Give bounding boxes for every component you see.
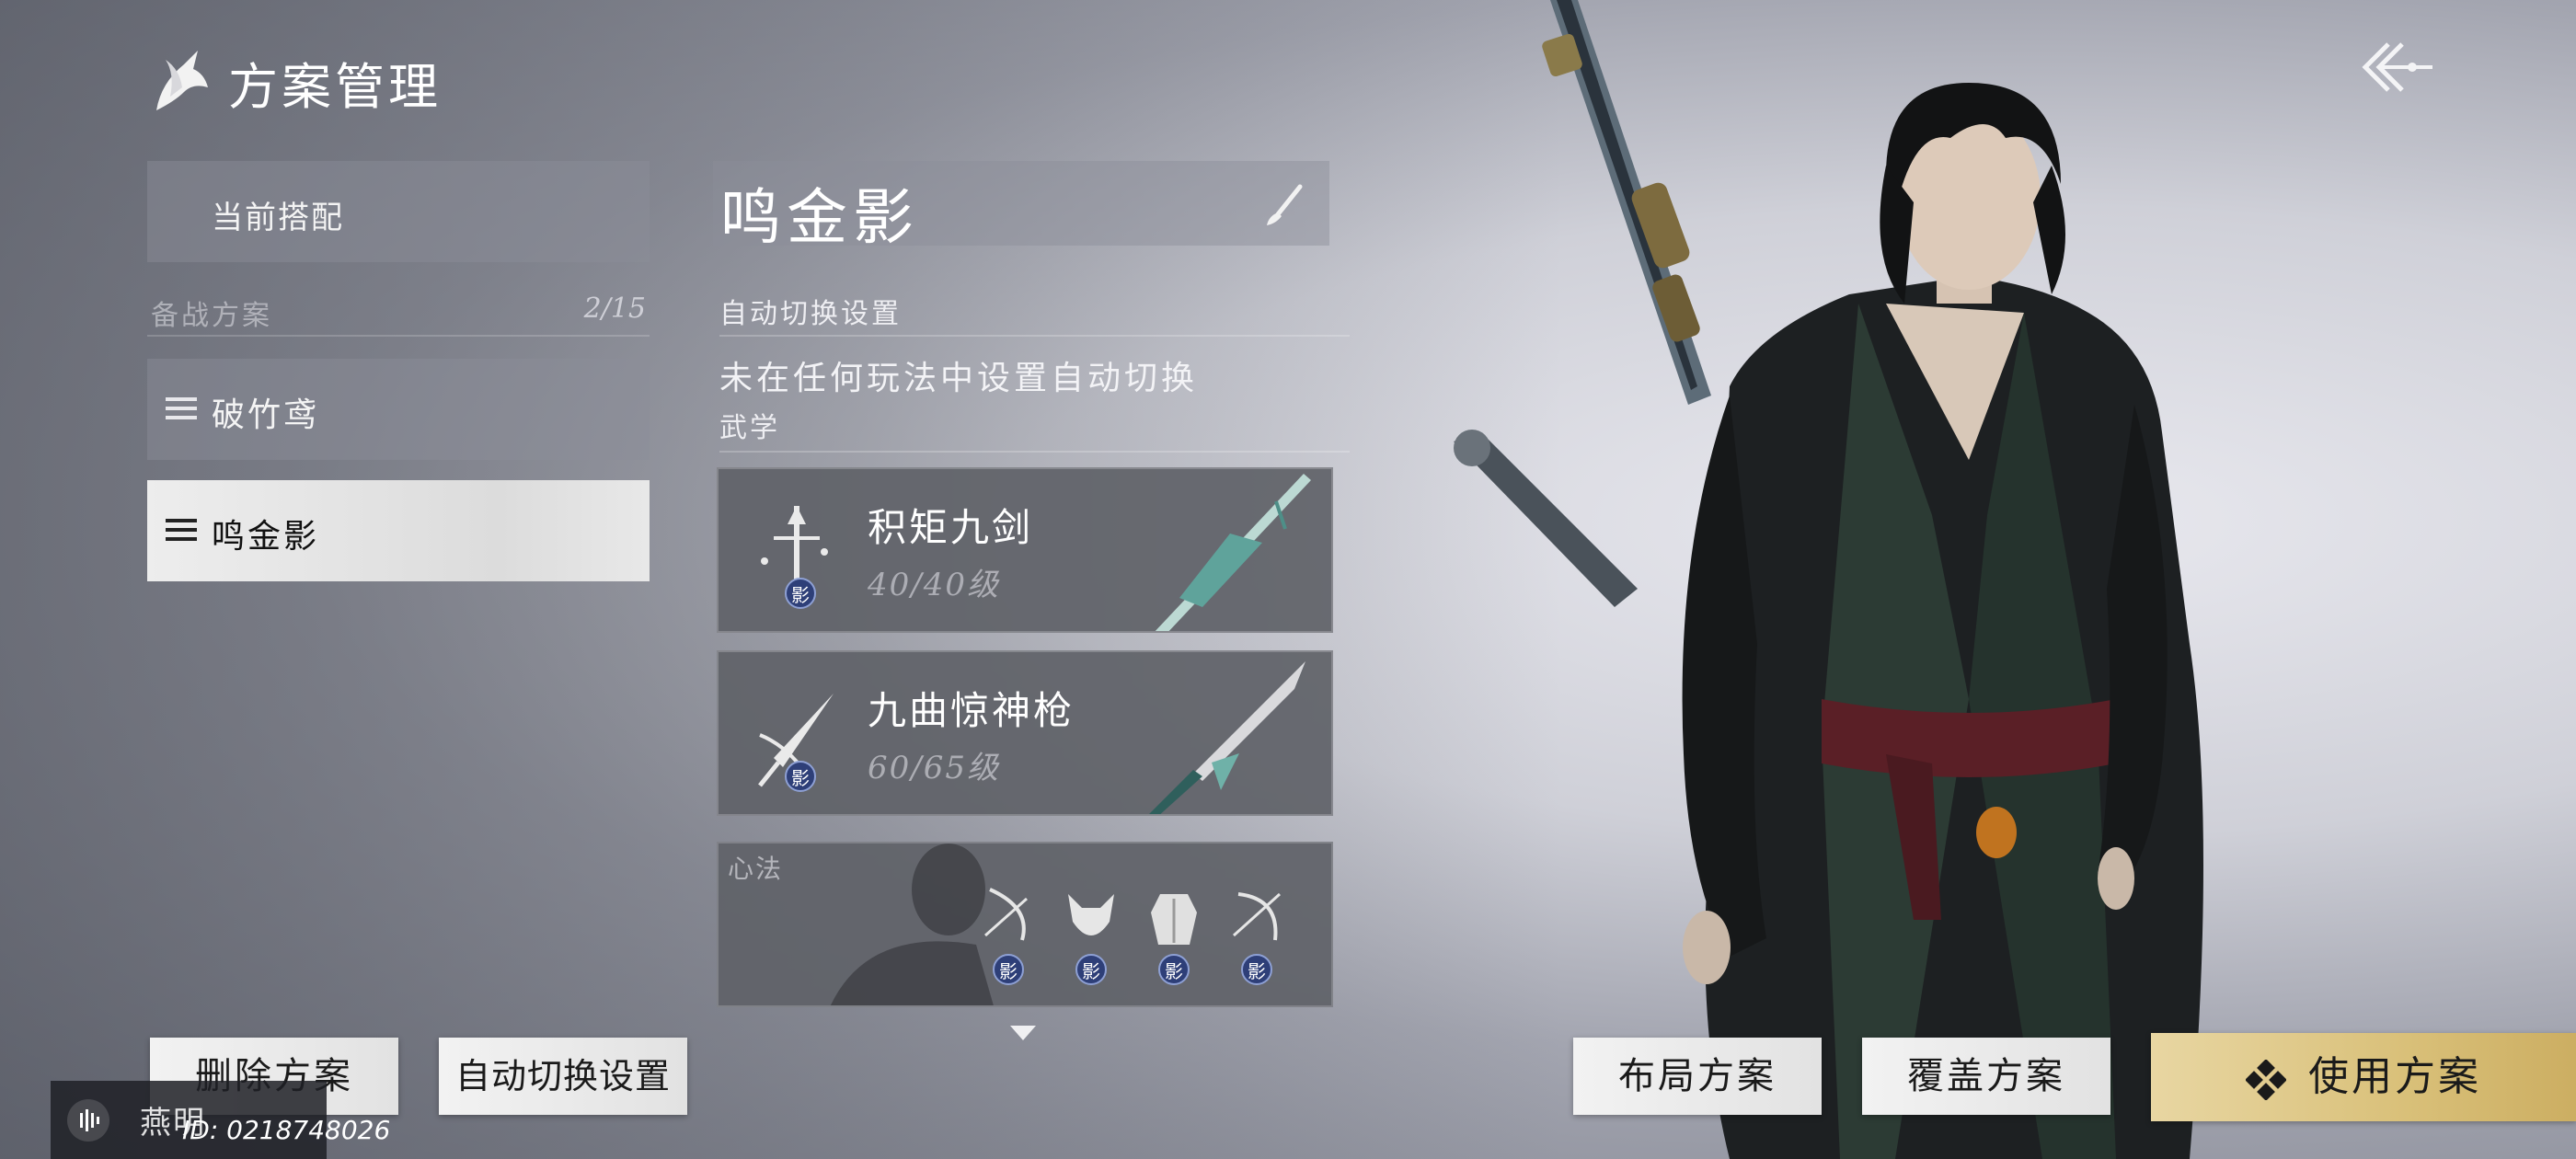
shadow-badge: 影: [785, 578, 816, 609]
use-plan-button[interactable]: 使用方案: [2151, 1033, 2576, 1121]
bird-emblem-icon: [156, 51, 208, 110]
scroll-more-chevron-icon[interactable]: [1010, 1026, 1036, 1042]
overwrite-plan-button[interactable]: 覆盖方案: [1862, 1038, 2110, 1115]
inner-art-label: 心法: [728, 854, 784, 884]
spear-artwork: [1149, 661, 1305, 814]
shadow-badge: 影: [785, 761, 816, 792]
bow-skill-icon: [1232, 892, 1282, 941]
back-arrow-icon[interactable]: [2352, 35, 2434, 99]
weapon-level: 60/65级: [868, 750, 1000, 786]
voice-mic-icon[interactable]: [67, 1099, 109, 1142]
plan-name-bar: 鸣金影: [713, 161, 1329, 253]
prepared-plans-header: 备战方案 2/15: [147, 291, 650, 337]
current-loadout-tab[interactable]: 当前搭配: [147, 161, 650, 262]
page-title: 方案管理: [228, 58, 442, 116]
weapon-card-jijujiujian[interactable]: 影 积矩九剑 40/40级: [717, 467, 1333, 633]
auto-switch-header-label: 自动切换设置: [719, 298, 902, 330]
sword-artwork: [1155, 474, 1311, 631]
inner-art-skill-3[interactable]: 影: [1142, 880, 1206, 991]
shadow-badge: 影: [1241, 954, 1272, 985]
drag-handle-icon[interactable]: [166, 397, 197, 419]
martial-arts-header: 武学: [719, 405, 1350, 453]
inner-art-ghost-portrait: [830, 843, 994, 1005]
arrow-skill-icon: [984, 888, 1028, 941]
current-loadout-label: 当前搭配: [212, 200, 344, 236]
martial-arts-label: 武学: [719, 412, 780, 444]
plan-item-mingjinying[interactable]: 鸣金影: [147, 480, 650, 581]
brush-rename-icon[interactable]: [1259, 179, 1311, 231]
plan-name-title: 鸣金影: [720, 182, 919, 253]
inner-art-skill-4[interactable]: 影: [1225, 880, 1289, 991]
weapon-card-jiuqujingshenqiang[interactable]: 影 九曲惊神枪 60/65级: [717, 650, 1333, 816]
prepared-plans-label: 备战方案: [151, 300, 272, 332]
player-id: ID: 0218748026: [182, 1115, 391, 1145]
armor-skill-icon: [1151, 894, 1197, 945]
weapon-level: 40/40级: [868, 567, 1000, 603]
weapon-name: 积矩九剑: [868, 505, 1034, 550]
inner-art-skill-1[interactable]: 影: [976, 880, 1041, 991]
plan-item-label: 鸣金影: [212, 518, 320, 556]
plan-count: 2/15: [583, 293, 646, 325]
plan-item-label: 破竹鸢: [212, 396, 320, 434]
auto-switch-status: 未在任何玩法中设置自动切换: [719, 360, 1199, 397]
diamond-icon: [2246, 1059, 2286, 1100]
shadow-badge: 影: [993, 954, 1024, 985]
inner-art-card: 心法 影 影 影 影: [717, 842, 1333, 1007]
wolf-skill-icon: [1068, 894, 1114, 935]
auto-switch-settings-button[interactable]: 自动切换设置: [439, 1038, 687, 1115]
character-illustration: [1454, 0, 2203, 1159]
drag-handle-icon[interactable]: [166, 519, 197, 541]
layout-plan-button[interactable]: 布局方案: [1573, 1038, 1822, 1115]
auto-switch-header: 自动切换设置: [719, 291, 1350, 337]
inner-art-skill-2[interactable]: 影: [1059, 880, 1123, 991]
shadow-badge: 影: [1158, 954, 1190, 985]
weapon-name: 九曲惊神枪: [868, 688, 1075, 733]
use-plan-label: 使用方案: [2308, 1053, 2481, 1100]
shadow-badge: 影: [1075, 954, 1107, 985]
plan-item-pozhuyuan[interactable]: 破竹鸢: [147, 359, 650, 460]
